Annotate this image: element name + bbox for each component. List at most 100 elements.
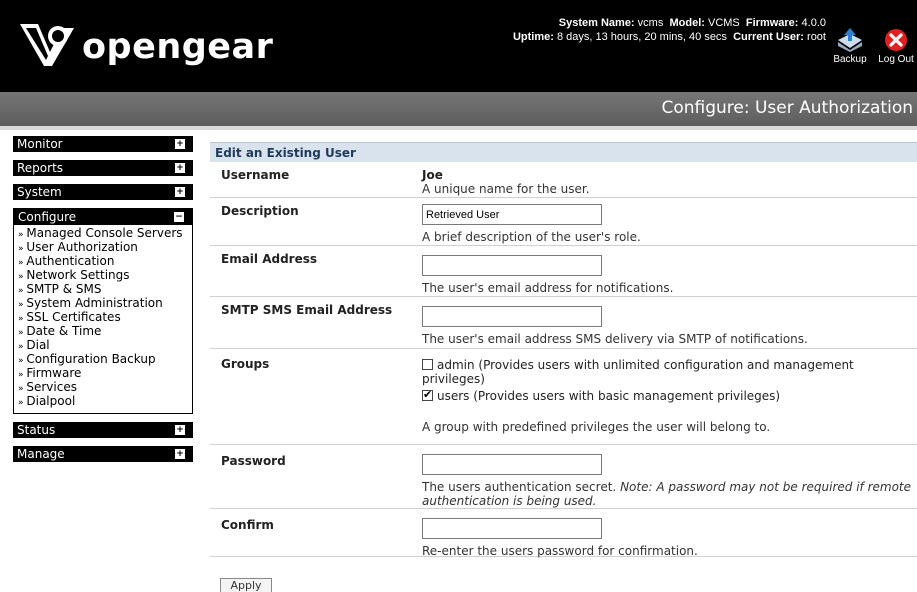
- sidebar-item-ssl-certificates[interactable]: » SSL Certificates: [18, 311, 188, 325]
- email-label: Email Address: [221, 252, 318, 266]
- smtp-label: SMTP SMS Email Address: [221, 303, 393, 317]
- sidebar-menu-configure[interactable]: Configure −: [14, 209, 192, 225]
- title-bar: Configure: User Authorization: [0, 92, 917, 126]
- sidebar-menu-label: Configure: [18, 210, 77, 224]
- confirm-value-group: Re-enter the users password for confirma…: [422, 518, 912, 558]
- confirm-help: Re-enter the users password for confirma…: [422, 544, 698, 558]
- smtp-row: SMTP SMS Email Address The user's email …: [210, 297, 917, 349]
- password-value-group: The users authentication secret. Note: A…: [422, 454, 912, 508]
- opengear-logo[interactable]: opengear: [18, 14, 273, 74]
- groups-help: A group with predefined privileges the u…: [422, 420, 771, 434]
- collapse-icon: −: [174, 212, 184, 222]
- sidebar-item-services[interactable]: » Services: [18, 381, 188, 395]
- password-row: Password The users authentication secret…: [210, 445, 917, 509]
- group-users-label: users (Provides users with basic managem…: [437, 389, 781, 403]
- username-label: Username: [221, 168, 290, 182]
- password-label: Password: [221, 454, 286, 468]
- sidebar-menu-system[interactable]: System +: [13, 184, 193, 200]
- group-users-option[interactable]: users (Provides users with basic managem…: [422, 388, 912, 403]
- description-help: A brief description of the user's role.: [422, 230, 641, 244]
- close-icon: [882, 28, 910, 52]
- expand-icon: +: [175, 163, 185, 173]
- smtp-email-field[interactable]: [422, 306, 602, 327]
- description-input[interactable]: [422, 204, 602, 225]
- backup-button[interactable]: Backup: [826, 28, 874, 65]
- description-value-group: A brief description of the user's role.: [422, 204, 912, 244]
- logout-button[interactable]: Log Out: [872, 28, 917, 65]
- sidebar-menu-label: Reports: [17, 161, 64, 175]
- confirm-password-field[interactable]: [422, 518, 602, 539]
- sidebar-item-smtp-sms[interactable]: » SMTP & SMS: [18, 283, 188, 297]
- expand-icon: +: [175, 425, 185, 435]
- sidebar-menu-monitor[interactable]: Monitor +: [13, 136, 193, 152]
- sidebar-item-dial[interactable]: » Dial: [18, 339, 188, 353]
- username-value-group: Joe A unique name for the user.: [422, 168, 912, 196]
- apply-button[interactable]: Apply: [220, 578, 272, 592]
- sidebar-item-user-authorization[interactable]: » User Authorization: [18, 241, 188, 255]
- model-value: VCMS: [707, 17, 740, 29]
- description-row: Description A brief description of the u…: [210, 198, 917, 246]
- password-help: The users authentication secret. Note: A…: [422, 480, 912, 508]
- sidebar-menu-reports[interactable]: Reports +: [13, 160, 193, 176]
- logout-label: Log Out: [878, 54, 914, 65]
- main-content: Edit an Existing User Username Joe A uni…: [210, 136, 917, 558]
- password-field[interactable]: [422, 454, 602, 475]
- smtp-help: The user's email address SMS delivery vi…: [422, 332, 808, 346]
- system-info: System Name: vcms Model: VCMS Firmware: …: [386, 16, 826, 44]
- email-field[interactable]: [422, 255, 602, 276]
- description-label: Description: [221, 204, 299, 218]
- sidebar-menu-label: System: [17, 185, 62, 199]
- uptime-value: 8 days, 13 hours, 20 mins, 40 secs: [556, 31, 727, 43]
- system-name-label: System Name:: [558, 17, 635, 29]
- group-admin-label: admin (Provides users with unlimited con…: [422, 358, 854, 386]
- firmware-label: Firmware:: [745, 17, 799, 29]
- group-users-checkbox[interactable]: [422, 388, 433, 402]
- sidebar-menu-label: Status: [17, 423, 56, 437]
- expand-icon: +: [175, 187, 185, 197]
- sidebar-menu-label: Manage: [17, 447, 65, 461]
- username-help: A unique name for the user.: [422, 182, 590, 196]
- divider: [0, 126, 917, 130]
- sidebar-item-network-settings[interactable]: » Network Settings: [18, 269, 188, 283]
- groups-row: Groups admin (Provides users with unlimi…: [210, 349, 917, 445]
- sidebar-item-date-time[interactable]: » Date & Time: [18, 325, 188, 339]
- logo-text: opengear: [82, 27, 274, 67]
- model-label: Model:: [669, 17, 705, 29]
- system-name-value: vcms: [637, 17, 664, 29]
- confirm-label: Confirm: [221, 518, 274, 532]
- section-title: Edit an Existing User: [210, 142, 917, 162]
- username-row: Username Joe A unique name for the user.: [210, 162, 917, 198]
- header: opengear System Name: vcms Model: VCMS F…: [0, 0, 917, 92]
- sidebar-item-firmware[interactable]: » Firmware: [18, 367, 188, 381]
- opengear-logo-icon: [18, 18, 76, 70]
- backup-label: Backup: [833, 54, 867, 65]
- sidebar-item-dialpool[interactable]: » Dialpool: [18, 395, 188, 409]
- current-user-label: Current User:: [733, 31, 804, 43]
- firmware-value: 4.0.0: [801, 17, 826, 29]
- backup-icon: [836, 28, 864, 52]
- groups-label: Groups: [221, 357, 270, 371]
- sidebar-configure-group: Configure − » Managed Console Servers » …: [13, 208, 193, 414]
- uptime-label: Uptime:: [512, 31, 554, 43]
- system-info-line-1: System Name: vcms Model: VCMS Firmware: …: [386, 16, 826, 30]
- sidebar-menu-manage[interactable]: Manage +: [13, 446, 193, 462]
- expand-icon: +: [175, 449, 185, 459]
- email-help: The user's email address for notificatio…: [422, 281, 674, 295]
- password-help-text: The users authentication secret.: [422, 480, 617, 494]
- sidebar-item-managed-console-servers[interactable]: » Managed Console Servers: [18, 227, 188, 241]
- system-info-line-2: Uptime: 8 days, 13 hours, 20 mins, 40 se…: [386, 30, 826, 44]
- sidebar-menu-status[interactable]: Status +: [13, 422, 193, 438]
- configure-submenu: » Managed Console Servers » User Authori…: [14, 225, 192, 413]
- email-row: Email Address The user's email address f…: [210, 246, 917, 297]
- sidebar: Monitor + Reports + System + Configure −…: [13, 136, 193, 470]
- sidebar-item-authentication[interactable]: » Authentication: [18, 255, 188, 269]
- confirm-row: Confirm Re-enter the users password for …: [210, 509, 917, 558]
- sidebar-item-system-administration[interactable]: » System Administration: [18, 297, 188, 311]
- group-admin-option[interactable]: admin (Provides users with unlimited con…: [422, 358, 912, 386]
- group-admin-checkbox[interactable]: [422, 359, 433, 370]
- email-value-group: The user's email address for notificatio…: [422, 255, 912, 295]
- groups-value-group: admin (Provides users with unlimited con…: [422, 358, 912, 434]
- sidebar-item-configuration-backup[interactable]: » Configuration Backup: [18, 353, 188, 367]
- username-value: Joe: [422, 168, 443, 182]
- sidebar-menu-label: Monitor: [17, 137, 63, 151]
